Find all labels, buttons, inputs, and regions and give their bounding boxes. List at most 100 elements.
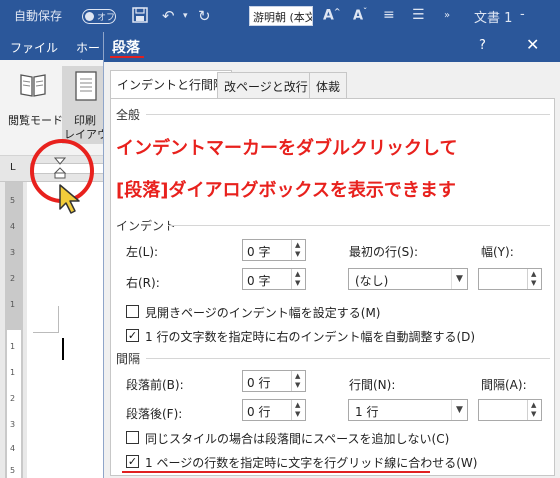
dialog-tabs: インデントと行間隔 改ページと改行 体裁: [104, 62, 560, 99]
snap-to-grid-red-underline: [122, 471, 430, 473]
spin-up-icon[interactable]: ▲: [531, 401, 536, 409]
space-before-value: 0 行: [247, 376, 271, 390]
mirror-indents-label: 見開きページのインデント幅を設定する(M): [145, 306, 381, 320]
save-icon[interactable]: [132, 7, 148, 27]
spin-down-icon[interactable]: ▼: [295, 279, 300, 287]
ruler-number: 2: [10, 274, 16, 283]
snap-to-grid-checkbox[interactable]: ✓: [126, 455, 139, 468]
chevron-down-icon[interactable]: ▼: [451, 400, 467, 420]
ruler-number: 1: [10, 342, 16, 351]
ruler-number: 3: [10, 248, 16, 257]
margin-corner-mark: [58, 306, 59, 332]
first-line-label: 最初の行(S):: [349, 245, 419, 259]
tab-line-page-breaks[interactable]: 改ページと改行: [217, 72, 315, 98]
undo-dropdown-icon[interactable]: ▾: [183, 11, 188, 21]
document-page[interactable]: [27, 182, 110, 478]
spacing-at-spinner[interactable]: ▲ ▼: [478, 399, 542, 421]
ruler-number: 5: [10, 466, 16, 475]
mirror-indents-checkbox[interactable]: [126, 305, 139, 318]
ruler-number: 2: [10, 394, 16, 403]
autosave-state: オフ: [97, 13, 116, 23]
undo-icon[interactable]: ↶: [162, 7, 175, 25]
annotation-line-2: [段落]ダイアログボックスを表示できます: [116, 180, 456, 201]
tab-asian-typography[interactable]: 体裁: [309, 72, 348, 98]
spin-up-icon[interactable]: ▲: [295, 372, 300, 380]
title-separator: -: [520, 7, 525, 22]
shrink-font-icon[interactable]: Aˇ: [353, 7, 367, 23]
auto-adjust-indent-checkbox[interactable]: ✓: [126, 329, 139, 342]
tab-file[interactable]: ファイル: [10, 39, 58, 56]
toggle-knob: [85, 12, 94, 21]
spin-up-icon[interactable]: ▲: [295, 270, 300, 278]
tab-selector-icon[interactable]: L: [10, 162, 16, 173]
grow-font-icon[interactable]: A^: [323, 7, 341, 24]
space-before-spinner[interactable]: 0 行 ▲ ▼: [242, 370, 306, 392]
space-before-label: 段落前(B):: [126, 378, 184, 392]
dialog-title-bar: 段落 ? ✕: [104, 32, 560, 62]
no-space-same-style-label: 同じスタイルの場合は段落間にスペースを追加しない(C): [145, 432, 450, 446]
spinner-arrows[interactable]: ▲ ▼: [291, 371, 305, 391]
vertical-ruler-text-area: [7, 330, 21, 478]
indent-left-label: 左(L):: [126, 245, 159, 259]
more-commands-icon[interactable]: »: [444, 10, 450, 21]
section-spacing: 間隔: [116, 352, 141, 366]
first-line-value: (なし): [355, 274, 389, 288]
word-title-bar: 自動保存 オフ ↶ ▾ ↻ 游明朝 (本文( A^ Aˇ ≡ ☰ » 文書 1 …: [0, 0, 560, 32]
autosave-toggle[interactable]: オフ: [82, 9, 116, 24]
indent-right-spinner[interactable]: 0 字 ▲ ▼: [242, 268, 306, 290]
spin-down-icon[interactable]: ▼: [531, 410, 536, 418]
no-space-same-style-checkbox[interactable]: [126, 431, 139, 444]
ruler-number: 1: [10, 368, 16, 377]
title-red-underline: [110, 56, 144, 58]
indent-left-spinner[interactable]: 0 字 ▲ ▼: [242, 239, 306, 261]
space-after-label: 段落後(F):: [126, 407, 183, 421]
line-spacing-label: 行間(N):: [349, 378, 396, 392]
spin-down-icon[interactable]: ▼: [295, 410, 300, 418]
first-line-select[interactable]: (なし) ▼: [348, 268, 468, 290]
spinner-arrows[interactable]: ▲ ▼: [291, 400, 305, 420]
section-divider: [168, 225, 550, 226]
ruler-number: 4: [10, 444, 16, 453]
spin-up-icon[interactable]: ▲: [295, 241, 300, 249]
align-center-icon[interactable]: ≡: [383, 7, 395, 23]
section-indent: インデント: [116, 219, 177, 233]
ruler-number: 3: [10, 420, 16, 429]
align-left-icon[interactable]: ☰: [412, 7, 425, 23]
auto-adjust-indent-label: 1 行の文字数を指定時に右のインデント幅を自動調整する(D): [145, 330, 476, 344]
section-divider: [146, 358, 550, 359]
ruler-number: 4: [10, 222, 16, 231]
line-spacing-value: 1 行: [355, 405, 379, 419]
spin-up-icon[interactable]: ▲: [295, 401, 300, 409]
spinner-arrows[interactable]: ▲ ▼: [527, 400, 541, 420]
read-mode-label: 閲覧モード: [8, 114, 63, 127]
ribbon-tabs: ファイル ホーム: [0, 32, 110, 72]
spinner-arrows[interactable]: ▲ ▼: [527, 269, 541, 289]
spin-up-icon[interactable]: ▲: [531, 270, 536, 278]
tab-indent-spacing[interactable]: インデントと行間隔: [110, 70, 233, 99]
autosave-label: 自動保存: [14, 9, 63, 23]
indent-left-value: 0 字: [247, 245, 271, 259]
line-spacing-select[interactable]: 1 行 ▼: [348, 399, 468, 421]
mouse-pointer-icon: [59, 184, 80, 214]
help-button[interactable]: ?: [479, 38, 486, 53]
close-button[interactable]: ✕: [526, 35, 539, 54]
spinner-arrows[interactable]: ▲ ▼: [291, 240, 305, 260]
font-name-box[interactable]: 游明朝 (本文(: [249, 6, 313, 26]
ruler-number: 1: [10, 300, 16, 309]
chevron-down-icon[interactable]: ▼: [451, 269, 467, 289]
spin-down-icon[interactable]: ▼: [531, 279, 536, 287]
text-cursor: [62, 338, 64, 360]
spinner-arrows[interactable]: ▲ ▼: [291, 269, 305, 289]
indent-right-label: 右(R):: [126, 276, 160, 290]
width-label: 幅(Y):: [481, 245, 514, 259]
section-divider: [146, 114, 550, 115]
width-spinner[interactable]: ▲ ▼: [478, 268, 542, 290]
spin-down-icon[interactable]: ▼: [295, 250, 300, 258]
redo-icon[interactable]: ↻: [198, 7, 211, 25]
annotation-line-1: インデントマーカーをダブルクリックして: [116, 138, 458, 159]
spacing-at-label: 間隔(A):: [481, 378, 527, 392]
spin-down-icon[interactable]: ▼: [295, 381, 300, 389]
read-mode-button[interactable]: 閲覧モード: [6, 70, 63, 140]
space-after-spinner[interactable]: 0 行 ▲ ▼: [242, 399, 306, 421]
book-icon: [20, 74, 46, 97]
